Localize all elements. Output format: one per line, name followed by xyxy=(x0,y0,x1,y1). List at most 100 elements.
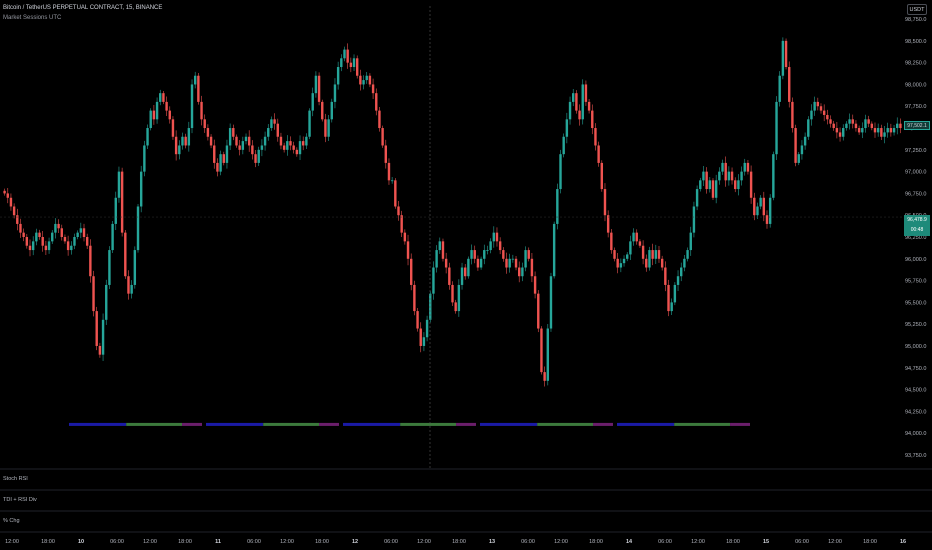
candle-body xyxy=(870,123,874,129)
candle-body xyxy=(457,284,461,312)
candle-body xyxy=(645,258,648,268)
candle-body xyxy=(54,223,57,233)
candle-body xyxy=(263,136,267,146)
candle-body xyxy=(178,145,181,155)
candle-body xyxy=(651,250,654,259)
candle-body xyxy=(781,40,785,76)
candle-body xyxy=(899,123,902,129)
candle-body xyxy=(321,101,324,120)
time-tick-label: 12:00 xyxy=(417,539,431,545)
candle-body xyxy=(130,284,133,294)
candle-body xyxy=(575,93,578,111)
candle-body xyxy=(686,250,689,259)
candle-body xyxy=(238,145,241,150)
candle-body xyxy=(511,258,515,260)
candle-body xyxy=(864,119,867,129)
candle-body xyxy=(667,284,670,312)
candle-body xyxy=(124,232,127,277)
candle-body xyxy=(695,189,699,207)
candle-body xyxy=(572,93,575,102)
candle-body xyxy=(622,258,626,264)
candle-body xyxy=(28,245,32,251)
pane-percent-change-label[interactable]: % Chg xyxy=(3,518,20,524)
candle-body xyxy=(552,223,556,277)
candle-body xyxy=(451,284,454,303)
time-tick-label: 12:00 xyxy=(828,539,842,545)
candle-body xyxy=(788,67,791,102)
candle-body xyxy=(327,119,330,137)
candle-body xyxy=(317,75,321,102)
candle-body xyxy=(772,154,775,198)
candle-body xyxy=(657,250,661,259)
candle-body xyxy=(616,258,619,268)
time-tick-label: 12:00 xyxy=(280,539,294,545)
candle-body xyxy=(613,250,616,259)
candle-body xyxy=(857,128,861,133)
candle-body xyxy=(257,149,260,163)
candle-body xyxy=(533,276,537,294)
candle-body xyxy=(708,180,712,190)
pane-stoch-rsi-label[interactable]: Stoch RSI xyxy=(3,476,28,482)
candle-body xyxy=(759,197,762,207)
candle-body xyxy=(76,232,79,237)
candle-body xyxy=(540,328,543,373)
candle-body xyxy=(400,215,403,233)
candle-body xyxy=(251,145,254,155)
candle-body xyxy=(279,136,283,146)
candle-body xyxy=(654,250,658,259)
candle-body xyxy=(35,232,38,242)
candle-body xyxy=(346,49,349,63)
candle-body xyxy=(676,276,680,285)
candle-body xyxy=(664,267,667,285)
candle-body xyxy=(705,171,708,190)
candle-body xyxy=(60,228,63,237)
candle-body xyxy=(435,250,438,268)
candle-body xyxy=(324,119,327,137)
candle-body xyxy=(803,136,807,146)
candle-body xyxy=(489,241,492,251)
candle-body xyxy=(311,93,314,111)
candle-body xyxy=(543,372,546,381)
candle-body xyxy=(365,75,368,81)
candle-body xyxy=(73,237,76,246)
candle-body xyxy=(31,241,35,251)
candle-body xyxy=(737,180,740,190)
candle-body xyxy=(721,162,724,172)
candle-body xyxy=(556,189,559,224)
candle-body xyxy=(460,267,464,285)
currency-unit-button[interactable]: USDT xyxy=(907,4,927,15)
symbol-title[interactable]: Bitcoin / TetherUS PERPETUAL CONTRACT, 1… xyxy=(3,5,162,11)
candle-body xyxy=(416,311,419,329)
candle-body xyxy=(619,263,623,268)
session-bar-asia xyxy=(206,422,264,426)
candle-body xyxy=(70,245,73,251)
candle-body xyxy=(842,128,845,137)
candle-body xyxy=(680,267,683,277)
candle-body xyxy=(301,141,305,146)
candle-body xyxy=(127,276,130,294)
price-tick-label: 95,000.0 xyxy=(905,344,926,350)
price-tick-label: 93,750.0 xyxy=(905,453,926,459)
chart-canvas[interactable]: 98,750.0 98,500.0 98,250.0 98,000.0 97,750.0… xyxy=(0,0,932,550)
candle-body xyxy=(876,128,880,133)
time-tick-label: 10 xyxy=(78,539,84,545)
candle-body xyxy=(197,75,200,102)
candle-body xyxy=(880,128,883,137)
candle-body xyxy=(603,189,607,216)
indicator-title[interactable]: Market Sessions UTC xyxy=(3,15,61,21)
candle-body xyxy=(587,101,591,111)
candle-body xyxy=(41,237,44,246)
candle-body xyxy=(181,136,184,146)
candle-body xyxy=(79,228,83,233)
time-tick-label: 11 xyxy=(215,539,221,545)
candle-body xyxy=(797,154,800,163)
price-axis[interactable]: 98,750.0 98,500.0 98,250.0 98,000.0 97,750.0… xyxy=(905,17,926,459)
pane-tdi-rsi-div-label[interactable]: TDI + RSI Div xyxy=(3,497,37,503)
candle-body xyxy=(502,250,505,259)
candle-body xyxy=(816,101,820,107)
price-tick-label: 98,000.0 xyxy=(905,82,926,88)
candle-body xyxy=(308,110,311,137)
candle-body xyxy=(419,328,422,346)
candle-body xyxy=(727,171,731,181)
candle-body xyxy=(105,284,108,320)
